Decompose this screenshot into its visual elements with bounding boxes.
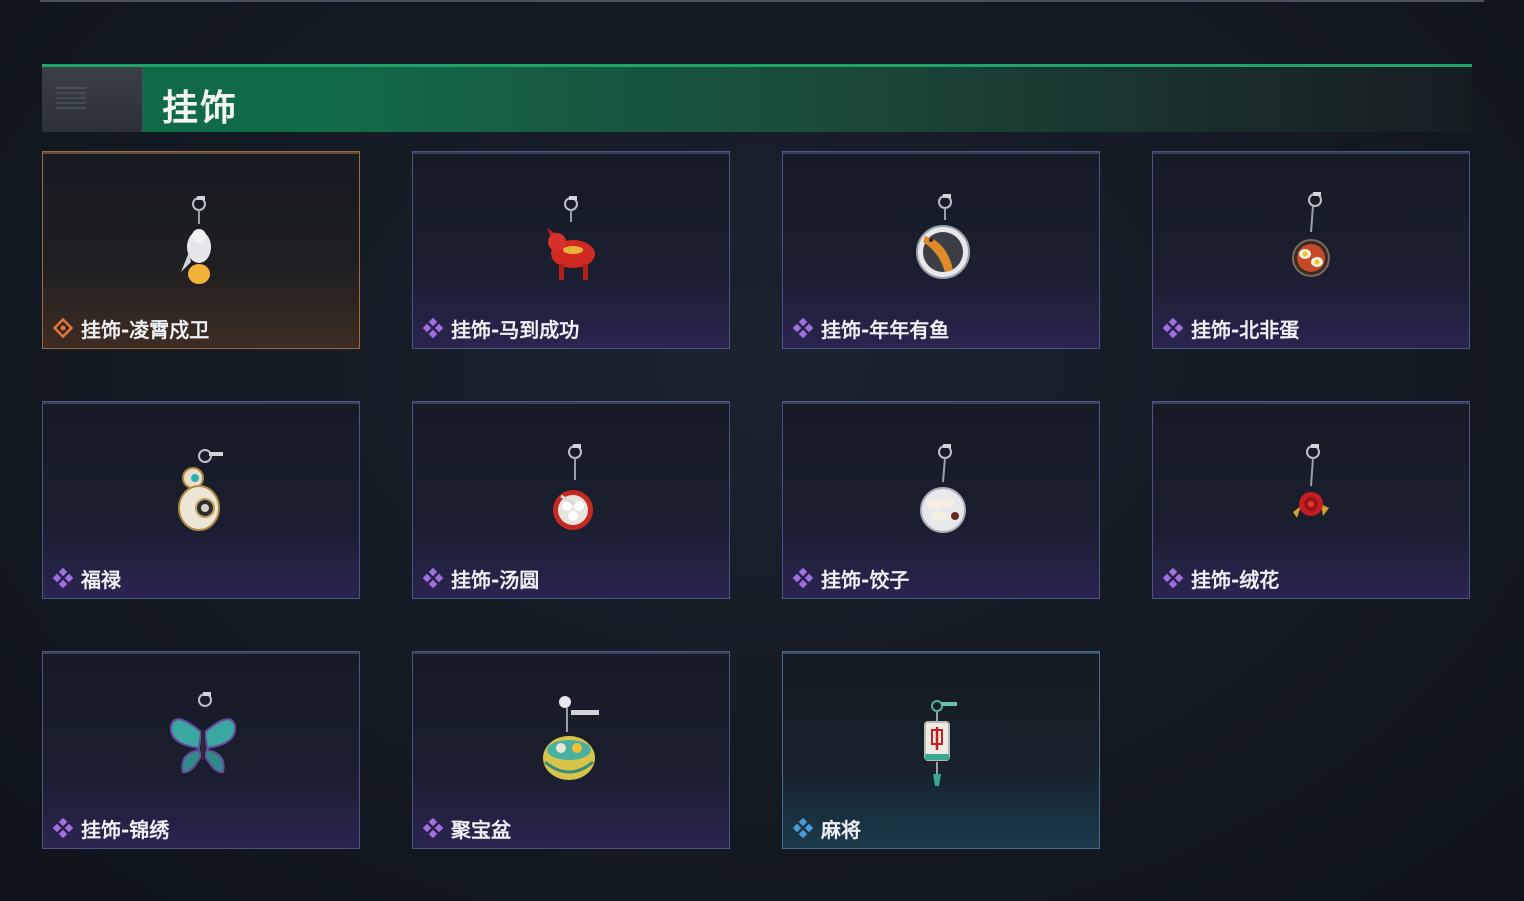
guardian-keychain-icon (181, 196, 211, 284)
red-horse-keychain-icon (547, 196, 595, 280)
item-label: 挂饰-马到成功 (451, 317, 580, 342)
rarity-purple-icon (53, 818, 73, 838)
item-card[interactable]: 挂饰-饺子 (782, 401, 1100, 599)
rarity-purple-icon (53, 568, 73, 588)
item-card[interactable]: 挂饰-汤圆 (412, 401, 730, 599)
butterfly-keychain-icon (169, 692, 237, 774)
rarity-purple-icon (1163, 318, 1183, 338)
item-card[interactable]: 聚宝盆 (412, 651, 730, 849)
item-card[interactable]: 麻将 (782, 651, 1100, 849)
rarity-purple-icon (423, 318, 443, 338)
item-card[interactable]: 挂饰-马到成功 (412, 151, 730, 349)
top-divider (40, 0, 1484, 2)
treasure-bowl-keychain-icon (543, 696, 599, 780)
rarity-purple-icon (423, 818, 443, 838)
item-label: 挂饰-北非蛋 (1191, 317, 1300, 342)
item-card[interactable]: 挂饰-年年有鱼 (782, 151, 1100, 349)
header-emblem (42, 67, 143, 132)
section-title: 挂饰 (162, 88, 239, 129)
item-label: 挂饰-年年有鱼 (821, 317, 950, 342)
rarity-purple-icon (793, 318, 813, 338)
mahjong-tile-keychain-icon (924, 700, 957, 786)
rarity-gold-icon (53, 318, 73, 338)
item-label: 挂饰-凌霄戍卫 (81, 317, 210, 342)
rarity-blue-icon (793, 818, 813, 838)
section-header: 挂饰 (42, 64, 1472, 132)
item-label: 挂饰-汤圆 (451, 567, 540, 592)
item-label: 聚宝盆 (451, 817, 511, 842)
item-card[interactable]: 挂饰-凌霄戍卫 (42, 151, 360, 349)
item-card[interactable]: 挂饰-绒花 (1152, 401, 1470, 599)
fish-plate-keychain-icon (916, 194, 970, 279)
item-card[interactable]: 福禄 (42, 401, 360, 599)
shakshuka-keychain-icon (1292, 192, 1330, 277)
gourd-keychain-icon (178, 449, 223, 531)
rarity-purple-icon (793, 568, 813, 588)
velvet-flower-keychain-icon (1293, 444, 1329, 518)
item-label: 挂饰-饺子 (821, 567, 910, 592)
tangyuan-bowl-keychain-icon (553, 444, 593, 530)
rarity-purple-icon (1163, 568, 1183, 588)
item-label: 福禄 (81, 567, 121, 592)
item-label: 挂饰-锦绣 (81, 817, 170, 842)
item-label: 挂饰-绒花 (1191, 567, 1280, 592)
item-label: 麻将 (821, 817, 861, 842)
item-card[interactable]: 挂饰-锦绣 (42, 651, 360, 849)
item-card[interactable]: 挂饰-北非蛋 (1152, 151, 1470, 349)
dumpling-plate-keychain-icon (920, 444, 966, 533)
rarity-purple-icon (423, 568, 443, 588)
